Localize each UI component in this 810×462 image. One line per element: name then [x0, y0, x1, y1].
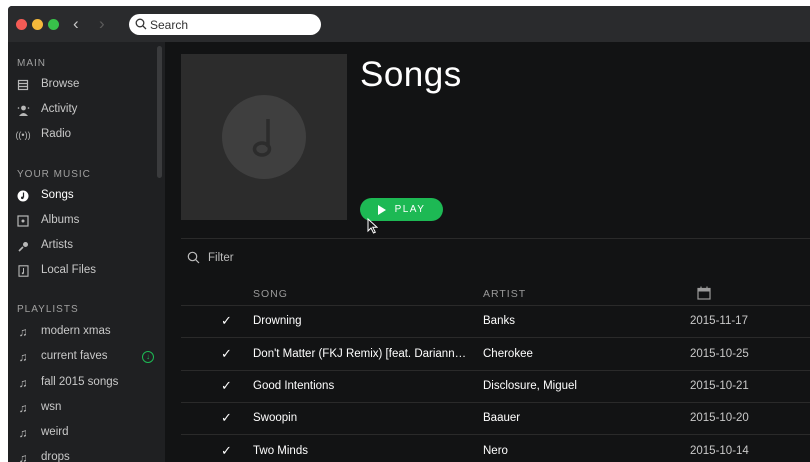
column-header-artist[interactable]: ARTIST	[483, 288, 526, 300]
table-row[interactable]: ✓ Swoopin Baauer 2015-10-20	[181, 403, 810, 435]
sidebar-item-label: Artists	[41, 239, 73, 251]
search-icon	[187, 251, 200, 264]
sidebar-item-label: weird	[41, 426, 69, 438]
song-title: Good Intentions	[253, 380, 335, 392]
table-row[interactable]: ✓ Drowning Banks 2015-11-17	[181, 306, 810, 338]
song-date-added: 2015-10-21	[690, 380, 749, 392]
sidebar-item-songs[interactable]: Songs	[8, 186, 156, 208]
header-divider	[181, 238, 810, 239]
song-date-added: 2015-10-14	[690, 445, 749, 457]
filter-input[interactable]	[208, 249, 358, 267]
sidebar-item-playlist[interactable]: ♫ modern xmas	[8, 322, 156, 344]
sidebar-item-label: Browse	[41, 78, 80, 90]
back-arrow-icon[interactable]: ‹	[73, 15, 79, 33]
sidebar-item-playlist[interactable]: ♫ drops	[8, 448, 156, 462]
saved-checkmark-icon[interactable]: ✓	[221, 410, 232, 426]
album-icon	[16, 214, 30, 228]
playlist-note-icon: ♫	[18, 350, 28, 364]
sidebar-item-label: Radio	[41, 128, 72, 140]
song-date-added: 2015-10-20	[690, 412, 749, 424]
minimize-window-button[interactable]	[32, 19, 43, 30]
sidebar-item-label: Albums	[41, 214, 80, 226]
sidebar-item-browse[interactable]: Browse	[8, 75, 156, 97]
sidebar-item-playlist[interactable]: ♫ weird	[8, 423, 156, 445]
sidebar-header-playlists: PLAYLISTS	[17, 304, 79, 315]
playlist-note-icon: ♫	[18, 401, 28, 415]
artist-icon	[16, 239, 30, 253]
playlist-note-icon: ♫	[18, 325, 28, 339]
search-box[interactable]	[129, 14, 321, 35]
sidebar-item-label: current faves	[41, 350, 108, 362]
title-bar: ‹ ›	[8, 6, 810, 42]
downloaded-icon: ↓	[142, 351, 154, 363]
mouse-cursor-icon	[367, 218, 378, 234]
column-header-song[interactable]: SONG	[253, 288, 288, 300]
forward-arrow-icon[interactable]: ›	[99, 15, 105, 33]
sidebar-item-playlist[interactable]: ♫ current faves ↓	[8, 347, 156, 369]
sidebar-item-label: modern xmas	[41, 325, 111, 337]
calendar-icon[interactable]	[697, 286, 711, 300]
song-artist[interactable]: Baauer	[483, 412, 520, 424]
sidebar-item-albums[interactable]: Albums	[8, 211, 156, 233]
table-row[interactable]: ✓ Two Minds Nero 2015-10-14	[181, 436, 810, 462]
sidebar-item-label: Songs	[41, 189, 74, 201]
app-window: ‹ › MAIN Browse Activity ((•))	[8, 6, 810, 462]
sidebar-item-label: Local Files	[41, 264, 96, 276]
song-artist[interactable]: Disclosure, Miguel	[483, 380, 577, 392]
music-note-placeholder-icon	[222, 95, 306, 179]
sidebar: MAIN Browse Activity ((•)) Radio YOUR MU…	[8, 42, 165, 462]
sidebar-item-artists[interactable]: Artists	[8, 236, 156, 258]
sidebar-item-label: wsn	[41, 401, 62, 413]
radio-icon: ((•))	[15, 130, 31, 140]
search-input[interactable]	[150, 16, 315, 33]
saved-checkmark-icon[interactable]: ✓	[221, 378, 232, 394]
activity-icon	[16, 103, 30, 117]
sidebar-item-playlist[interactable]: ♫ fall 2015 songs	[8, 373, 156, 395]
sidebar-item-local-files[interactable]: Local Files	[8, 261, 156, 283]
sidebar-header-your-music: YOUR MUSIC	[17, 169, 91, 180]
table-row[interactable]: ✓ Good Intentions Disclosure, Miguel 201…	[181, 371, 810, 403]
song-title: Drowning	[253, 315, 302, 327]
sidebar-item-label: fall 2015 songs	[41, 376, 119, 388]
collection-artwork	[181, 54, 347, 220]
play-icon	[377, 204, 386, 215]
sidebar-item-radio[interactable]: ((•)) Radio	[8, 125, 156, 147]
saved-checkmark-icon[interactable]: ✓	[221, 313, 232, 329]
sidebar-item-label: Activity	[41, 103, 78, 115]
song-artist[interactable]: Banks	[483, 315, 515, 327]
song-title: Two Minds	[253, 445, 308, 457]
playlist-note-icon: ♫	[18, 376, 28, 390]
sidebar-header-main: MAIN	[17, 58, 46, 69]
table-row[interactable]: ✓ Don't Matter (FKJ Remix) [feat. Darian…	[181, 339, 810, 371]
saved-checkmark-icon[interactable]: ✓	[221, 443, 232, 459]
song-artist[interactable]: Cherokee	[483, 348, 533, 360]
search-icon	[135, 18, 147, 30]
song-date-added: 2015-10-25	[690, 348, 749, 360]
song-note-icon	[16, 189, 30, 203]
zoom-window-button[interactable]	[48, 19, 59, 30]
sidebar-item-playlist[interactable]: ♫ wsn	[8, 398, 156, 420]
close-window-button[interactable]	[16, 19, 27, 30]
playlist-note-icon: ♫	[18, 451, 28, 462]
browse-icon	[16, 78, 30, 92]
local-files-icon	[16, 264, 30, 278]
sidebar-scrollbar[interactable]	[157, 46, 162, 178]
song-date-added: 2015-11-17	[690, 315, 748, 327]
sidebar-item-activity[interactable]: Activity	[8, 100, 156, 122]
song-title: Swoopin	[253, 412, 298, 424]
saved-checkmark-icon[interactable]: ✓	[221, 346, 232, 362]
play-button-label: PLAY	[394, 204, 426, 215]
sidebar-item-label: drops	[41, 451, 70, 462]
song-artist[interactable]: Nero	[483, 445, 508, 457]
playlist-note-icon: ♫	[18, 426, 28, 440]
song-title: Don't Matter (FKJ Remix) [feat. Darianna…	[253, 348, 471, 360]
main-content: Songs PLAY SONG ARTIST ✓ Drownin	[165, 42, 810, 462]
page-title: Songs	[360, 55, 462, 94]
